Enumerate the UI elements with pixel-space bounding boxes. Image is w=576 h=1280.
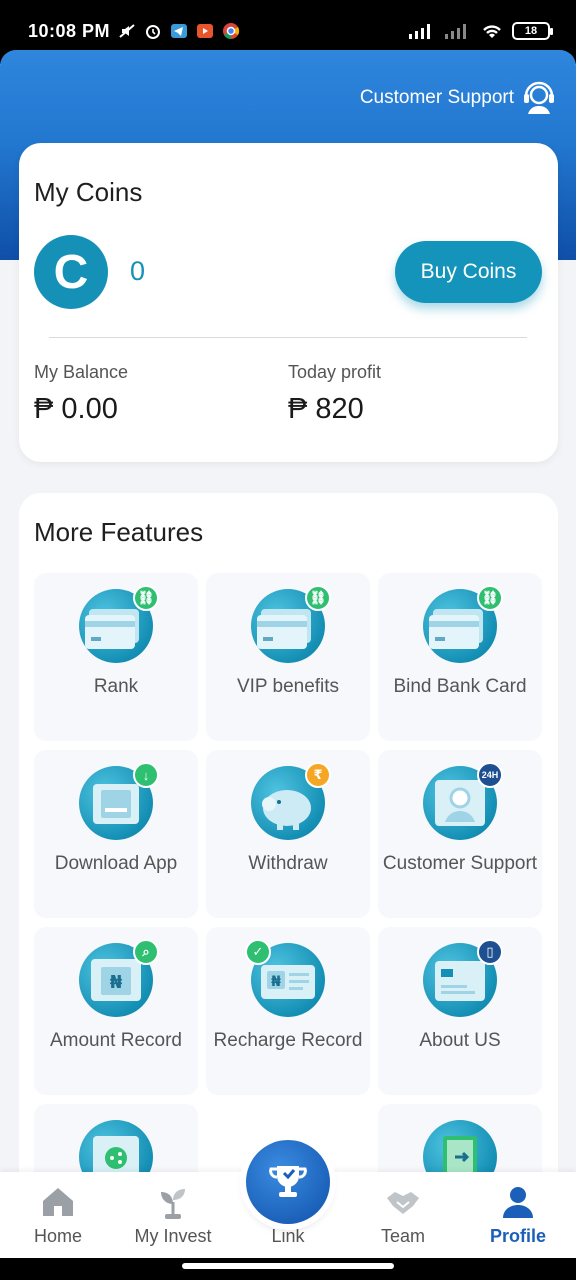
naira-record-icon: ₦ ⌕ bbox=[79, 939, 159, 1017]
divider bbox=[49, 337, 527, 338]
home-icon bbox=[43, 1188, 73, 1216]
building-badge-icon: ▯ bbox=[477, 939, 503, 965]
telegram-icon bbox=[171, 24, 187, 38]
feature-customer-support[interactable]: 24H Customer Support bbox=[378, 750, 542, 918]
media-icon bbox=[197, 24, 213, 38]
link-badge-icon: ⛓ bbox=[305, 585, 331, 611]
customer-support-label: Customer Support bbox=[359, 86, 514, 108]
customer-support-button[interactable]: Customer Support bbox=[360, 78, 558, 116]
sprout-icon bbox=[161, 1189, 185, 1219]
my-coins-card: My Coins C 0 Buy Coins My Balance ₱ 0.00… bbox=[19, 143, 558, 462]
alarm-icon bbox=[146, 25, 160, 39]
handshake-icon bbox=[387, 1192, 419, 1214]
battery-icon: 18 bbox=[512, 22, 553, 40]
feature-label: Customer Support bbox=[382, 853, 538, 874]
my-coins-title: My Coins bbox=[34, 177, 143, 207]
check-badge-icon: ✓ bbox=[245, 939, 271, 965]
nav-my-invest[interactable]: My Invest bbox=[118, 1172, 228, 1258]
nav-label: My Invest bbox=[134, 1226, 212, 1246]
balance-label: My Balance bbox=[34, 362, 129, 382]
feature-recharge-record[interactable]: ₦ ✓ Recharge Record bbox=[206, 927, 370, 1095]
headset-icon bbox=[524, 81, 554, 114]
profit-label: Today profit bbox=[288, 362, 382, 382]
feature-label: Recharge Record bbox=[213, 1030, 363, 1051]
signal-2-icon bbox=[445, 24, 466, 39]
chrome-icon bbox=[223, 23, 240, 40]
nav-home[interactable]: Home bbox=[3, 1172, 113, 1258]
profile-icon bbox=[503, 1187, 533, 1218]
feature-about-us[interactable]: ▯ About US bbox=[378, 927, 542, 1095]
buy-coins-button[interactable]: Buy Coins bbox=[395, 241, 542, 303]
feature-vip-benefits[interactable]: ⛓ VIP benefits bbox=[206, 573, 370, 741]
gesture-bar bbox=[0, 1258, 576, 1280]
nav-label: Link bbox=[271, 1226, 305, 1246]
card-link-icon: ⛓ bbox=[251, 585, 331, 663]
trophy-icon bbox=[269, 1166, 307, 1197]
feature-download-app[interactable]: ↓ Download App bbox=[34, 750, 198, 918]
card-link-icon: ⛓ bbox=[79, 585, 159, 663]
feature-label: Rank bbox=[93, 676, 139, 697]
feature-withdraw[interactable]: ₹ Withdraw bbox=[206, 750, 370, 918]
feature-amount-record[interactable]: ₦ ⌕ Amount Record bbox=[34, 927, 198, 1095]
svg-text:₦: ₦ bbox=[110, 972, 123, 993]
feature-label: Amount Record bbox=[49, 1030, 182, 1051]
feature-label: Withdraw bbox=[248, 853, 328, 874]
link-badge-icon: ⛓ bbox=[133, 585, 159, 611]
about-document-icon: ▯ bbox=[423, 939, 503, 1017]
balance-value: ₱ 0.00 bbox=[34, 393, 118, 425]
24h-badge-icon: 24H bbox=[477, 762, 503, 788]
card-link-icon: ⛓ bbox=[423, 585, 503, 663]
home-gesture-handle[interactable] bbox=[182, 1263, 394, 1269]
feature-label: Bind Bank Card bbox=[393, 676, 527, 697]
feature-label: About US bbox=[419, 1030, 501, 1051]
nav-team[interactable]: Team bbox=[348, 1172, 458, 1258]
link-fab-button[interactable] bbox=[246, 1140, 330, 1224]
feature-rank[interactable]: ⛓ Rank bbox=[34, 573, 198, 741]
battery-level: 18 bbox=[524, 25, 538, 37]
system-icons: 18 bbox=[408, 22, 553, 40]
rupee-badge-icon: ₹ bbox=[305, 762, 331, 788]
feature-label: VIP benefits bbox=[236, 676, 340, 697]
piggy-bank-icon: ₹ bbox=[251, 762, 331, 840]
nav-label: Team bbox=[380, 1226, 425, 1246]
wifi-icon bbox=[483, 25, 501, 38]
coin-icon: C bbox=[34, 235, 108, 309]
mute-icon bbox=[119, 24, 135, 38]
status-time: 10:08 PM bbox=[28, 21, 111, 41]
more-features-title: More Features bbox=[34, 517, 204, 547]
search-badge-icon: ⌕ bbox=[133, 939, 159, 965]
notification-icons bbox=[118, 22, 240, 40]
nav-label: Home bbox=[33, 1226, 82, 1246]
nav-profile[interactable]: Profile bbox=[463, 1172, 573, 1258]
naira-document-icon: ₦ ✓ bbox=[245, 939, 325, 1017]
support-agent-icon: 24H bbox=[423, 762, 503, 840]
svg-text:₦: ₦ bbox=[271, 974, 281, 990]
profit-value: ₱ 820 bbox=[288, 393, 364, 425]
link-badge-icon: ⛓ bbox=[477, 585, 503, 611]
feature-bind-bank-card[interactable]: ⛓ Bind Bank Card bbox=[378, 573, 542, 741]
download-app-icon: ↓ bbox=[79, 762, 159, 840]
download-badge-icon: ↓ bbox=[133, 762, 159, 788]
nav-label: Profile bbox=[489, 1226, 546, 1246]
signal-icon bbox=[409, 24, 430, 39]
coin-letter: C bbox=[53, 245, 89, 299]
feature-label: Download App bbox=[54, 853, 178, 874]
more-features-card: More Features ⛓ Rank ⛓ VIP benefits ⛓ Bi… bbox=[19, 493, 558, 1272]
coin-count: 0 bbox=[130, 256, 146, 286]
